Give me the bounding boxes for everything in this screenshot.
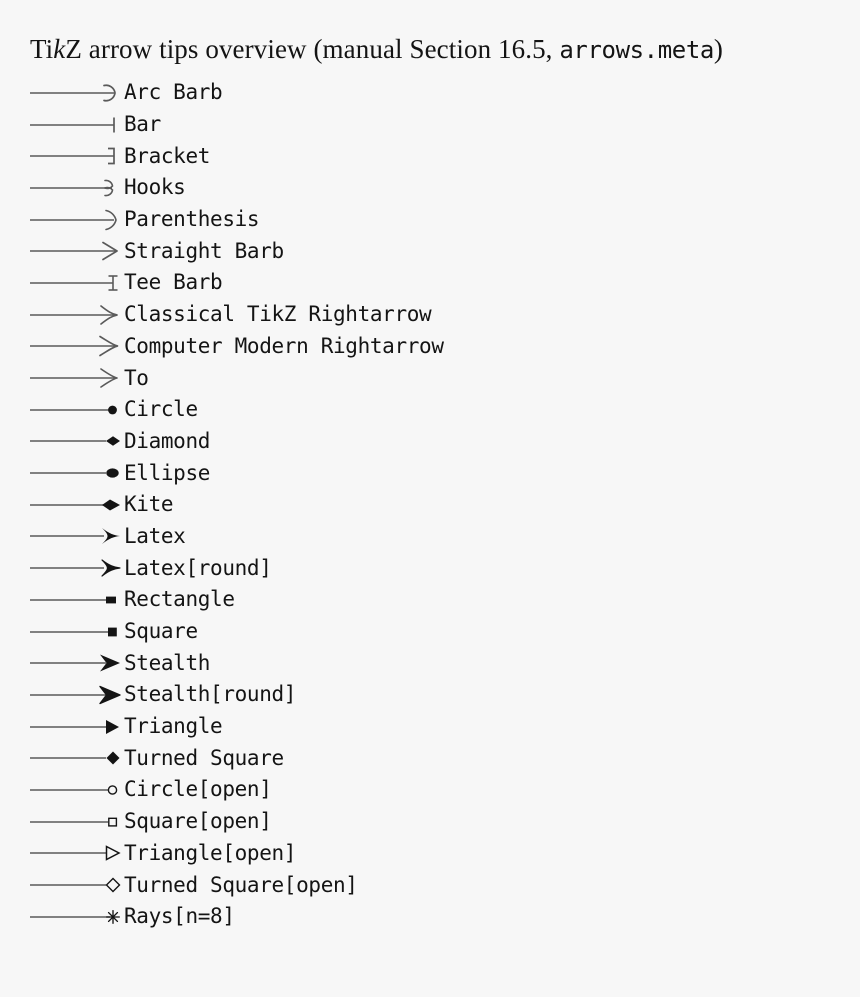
arrow-tip-label: Ellipse [124, 460, 211, 485]
arrow-tip-row: Computer Modern Rightarrow [0, 331, 860, 363]
arrow-tip-row: Diamond [0, 426, 860, 458]
arrow-tip-label: Turned Square[open] [124, 872, 358, 897]
arrow-tip-row: Arc Barb [0, 77, 860, 109]
arrow-tip-row: Latex [0, 521, 860, 553]
arrow-tip-row: Stealth[round] [0, 679, 860, 711]
latex-tip [30, 528, 120, 545]
arrow-tip-row: Square[open] [0, 806, 860, 838]
arrow-tip-label: To [124, 365, 149, 390]
circle-open-tip [30, 785, 118, 795]
arrow-tip-label: Tee Barb [124, 270, 223, 295]
title-prefix: Ti [30, 34, 54, 64]
arrow-tip-row: Turned Square[open] [0, 869, 860, 901]
latex-round-tip [30, 559, 121, 577]
arrow-tip-label: Triangle[open] [124, 840, 297, 865]
arrow-tip-row: Triangle[open] [0, 838, 860, 870]
title-middle: Z arrow tips overview (manual Section 16… [65, 34, 560, 64]
arrow-tip-row: Stealth [0, 647, 860, 679]
arrow-tip-label: Rays[n=8] [124, 904, 235, 929]
stealth-tip [30, 654, 120, 672]
title-slanted-k: k [53, 34, 66, 64]
arrow-tip-label: Latex [124, 523, 186, 548]
arrow-tip-row: To [0, 362, 860, 394]
arrow-tip-row: Rectangle [0, 584, 860, 616]
straight-barb-tip [30, 241, 118, 261]
arrow-tip-row: Straight Barb [0, 235, 860, 267]
arrow-tip-row: Turned Square [0, 742, 860, 774]
triangle-tip [30, 719, 119, 734]
page-title: TikZ arrow tips overview (manual Section… [30, 33, 723, 66]
rays-tip [30, 909, 120, 924]
arrow-tip-label: Square [124, 619, 198, 644]
arrow-tip-row: Circle [0, 394, 860, 426]
tee-barb-tip [30, 275, 118, 291]
arrow-tip-label: Bar [124, 112, 161, 137]
to-tip [30, 368, 118, 388]
arrow-tip-row: Latex[round] [0, 552, 860, 584]
arrow-tip-row: Rays[n=8] [0, 901, 860, 933]
arrow-tip-label: Circle[open] [124, 777, 272, 802]
square-open-tip [30, 817, 118, 827]
kite-tip [30, 499, 120, 511]
arrow-tip-label: Classical TikZ Rightarrow [124, 302, 432, 327]
arrow-tip-label: Square[open] [124, 809, 272, 834]
computer-modern-rightarrow-tip [30, 335, 119, 357]
diamond-tip [30, 436, 120, 447]
arrow-tip-label: Circle [124, 397, 198, 422]
arc-barb-tip [30, 84, 116, 102]
arrow-tip-label: Stealth[round] [124, 682, 297, 707]
title-package-name: arrows.meta [559, 36, 714, 64]
arrow-tip-label: Diamond [124, 428, 211, 453]
arrow-tip-row: Kite [0, 489, 860, 521]
arrow-tip-label: Parenthesis [124, 207, 260, 232]
arrow-tip-label: Turned Square [124, 745, 284, 770]
square-tip [30, 627, 117, 636]
ellipse-tip [30, 468, 119, 478]
hooks-tip [30, 179, 114, 197]
arrow-tip-row: Square [0, 616, 860, 648]
arrow-tip-label: Computer Modern Rightarrow [124, 333, 444, 358]
triangle-open-tip [30, 845, 121, 862]
arrow-tip-label: Kite [124, 492, 174, 517]
arrow-tip-row: Hooks [0, 172, 860, 204]
arrow-tip-label: Rectangle [124, 587, 235, 612]
arrow-tip-row: Tee Barb [0, 267, 860, 299]
arrow-tip-row: Circle[open] [0, 774, 860, 806]
parenthesis-tip [30, 209, 117, 230]
arrow-tip-row: Ellipse [0, 457, 860, 489]
arrow-tips-overview-page: TikZ arrow tips overview (manual Section… [0, 0, 860, 997]
bar-tip [30, 117, 115, 133]
arrow-tip-row: Bar [0, 109, 860, 141]
title-suffix: ) [713, 34, 724, 64]
classical-tikz-rightarrow-tip [30, 304, 118, 325]
stealth-round-tip [30, 685, 121, 705]
arrow-tip-label: Straight Barb [124, 238, 284, 263]
turned-square-open-tip [30, 877, 121, 893]
arrow-tip-row: Triangle [0, 711, 860, 743]
arrow-tip-label: Triangle [124, 714, 223, 739]
arrow-tip-label: Bracket [124, 143, 211, 168]
arrow-tip-label: Stealth [124, 650, 211, 675]
bracket-tip [30, 147, 115, 165]
arrow-tip-label: Arc Barb [124, 80, 223, 105]
arrow-tip-list: Arc Barb Bar Bracket Hooks Parenthesis Straig… [0, 77, 860, 933]
circle-tip [30, 405, 117, 415]
arrow-tip-row: Classical TikZ Rightarrow [0, 299, 860, 331]
arrow-tip-label: Latex[round] [124, 555, 272, 580]
arrow-tip-row: Parenthesis [0, 204, 860, 236]
arrow-tip-label: Hooks [124, 175, 186, 200]
turned-square-tip [30, 751, 120, 765]
rectangle-tip [30, 596, 116, 604]
arrow-tip-row: Bracket [0, 140, 860, 172]
